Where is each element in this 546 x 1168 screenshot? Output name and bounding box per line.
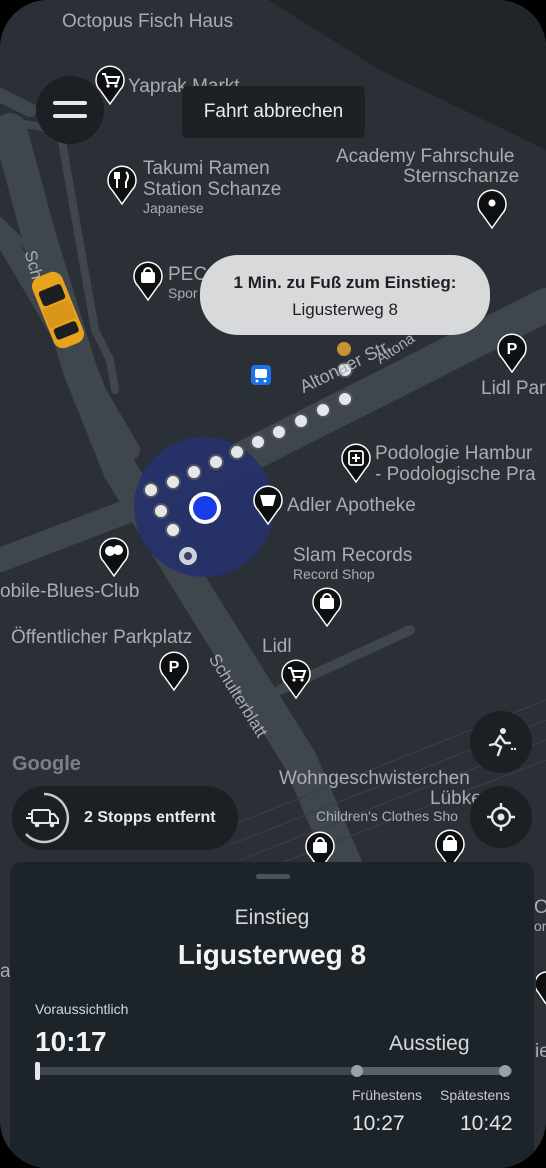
earliest-label: Frühestens [352,1087,423,1103]
poi-label-podologie: Podologie Hambur [375,443,533,464]
dropoff-label: Ausstieg [389,1032,470,1055]
poi-label-takumi-2: Station Schanze [143,179,282,200]
poi-label-adler: Adler Apotheke [287,495,416,516]
poi-label-parkplatz: Öffentlicher Parkplatz [11,627,193,648]
walking-info-address: Ligusterweg 8 [292,300,398,319]
shuttle-van-icon [25,792,70,844]
theater-pin-icon[interactable] [96,534,132,578]
cancel-ride-button[interactable]: Fahrt abbrechen [182,86,365,138]
stops-away-pill[interactable]: 2 Stopps entfernt [12,786,238,850]
crosshair-location-icon [487,803,515,831]
restaurant-pin-icon[interactable] [104,162,140,206]
recenter-location-button[interactable] [470,786,532,848]
expected-time: 10:17 [35,1026,107,1057]
svg-text:P: P [169,659,180,676]
edge-pin-icon [536,971,546,1005]
poi-label-blues: obile-Blues-Club [0,581,140,602]
trip-details-sheet[interactable]: Einstieg Ligusterweg 8 Voraussichtlich 1… [10,862,534,1168]
map-edge-text: O [534,897,546,918]
earliest-marker [351,1065,363,1077]
hamburger-menu-icon [53,101,87,118]
walking-info-bubble: 1 Min. zu Fuß zum Einstieg: Ligusterweg … [200,255,490,335]
walking-mode-button[interactable] [470,711,532,773]
user-location-dot [193,496,217,520]
current-time-marker [35,1062,40,1080]
route-dot [229,444,245,460]
phone-screen: Google Octopus Fisch Haus Yaprak Markt T… [0,0,546,1168]
poi-label-slam: Slam Records [293,545,413,566]
route-dot [337,391,353,407]
pickup-address: Ligusterweg 8 [177,939,367,970]
dropoff-window-bar [355,1067,512,1075]
earliest-time: 10:27 [352,1112,405,1135]
route-dot [186,464,202,480]
parking-pin-icon[interactable]: P [156,648,192,692]
shopping-bag-pin-icon[interactable] [309,584,345,628]
route-dot [315,402,331,418]
shopping-bag-pin-icon[interactable] [130,258,166,302]
route-dot [271,424,287,440]
route-dot [250,434,266,450]
route-dot [153,503,169,519]
poi-label-academy: Academy Fahrschule [336,146,515,167]
map-edge-text: a [0,961,11,982]
poi-label-octopus: Octopus Fisch Haus [62,11,234,32]
walking-route-dots [179,547,197,565]
svg-text:P: P [507,341,518,358]
walking-info-title: 1 Min. zu Fuß zum Einstieg: [233,273,457,292]
poi-label-takumi: Takumi Ramen [143,158,270,179]
route-dot [143,482,159,498]
sheet-drag-handle[interactable] [256,874,290,879]
menu-button[interactable] [36,76,104,144]
pharmacy-pin-icon[interactable] [250,482,286,526]
poi-sublabel-slam: Record Shop [293,566,375,582]
route-dot [293,413,309,429]
medical-pin-icon[interactable] [338,440,374,484]
latest-marker [499,1065,511,1077]
google-logo: Google [12,753,81,775]
route-dot [165,522,181,538]
poi-label-academy-2: Sternschanze [403,166,520,187]
place-pin-icon[interactable] [474,186,510,230]
poi-label-lidl-park: Lidl Par [481,378,546,399]
route-dot [165,474,181,490]
poi-label-lidl: Lidl [262,636,292,657]
stops-away-label: 2 Stopps entfernt [84,809,216,826]
map-edge-text: ie [535,1041,546,1062]
parking-pin-icon[interactable]: P [494,330,530,374]
walking-person-icon [488,728,517,757]
route-dot [208,454,224,470]
timeline-track [35,1062,512,1080]
latest-label: Spätestens [440,1087,511,1103]
poi-label-podologie-2: - Podologische Pra [375,464,536,485]
poi-sublabel-wohn: Children's Clothes Sho [316,808,458,824]
shopping-cart-pin-icon[interactable] [278,656,314,700]
expected-label: Voraussichtlich [35,1001,129,1017]
poi-label-wohn: Wohngeschwisterchen [279,768,470,789]
pickup-label: Einstieg [234,906,310,929]
map-edge-text: or [534,918,546,934]
cancel-ride-label: Fahrt abbrechen [203,101,344,122]
latest-time: 10:42 [460,1112,513,1135]
poi-sublabel-takumi: Japanese [143,200,204,216]
poi-sublabel-pec: Spor [168,285,198,301]
